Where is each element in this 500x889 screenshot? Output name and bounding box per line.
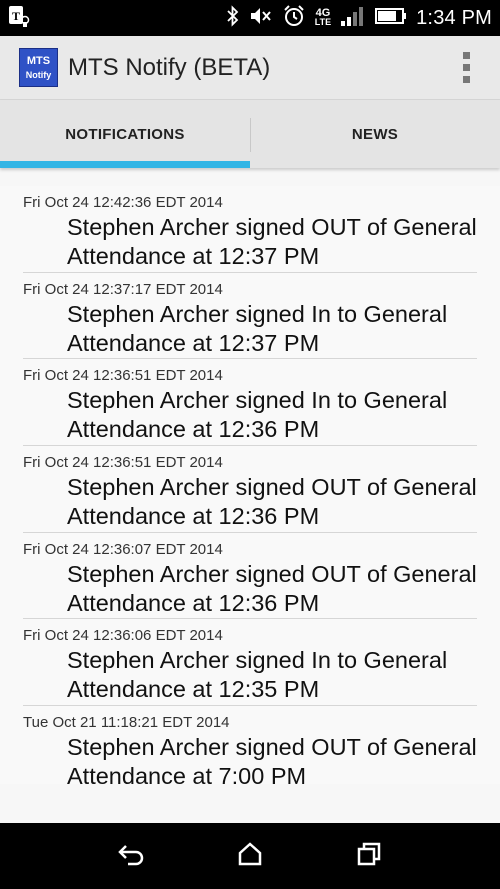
notification-list[interactable]: Fri Oct 24 12:42:36 EDT 2014 Stephen Arch… [0,186,500,784]
navigation-bar [0,823,500,889]
tab-divider [250,118,251,152]
app-logo: MTS Notify [19,48,58,87]
notification-message: Stephen Archer signed OUT of General Att… [67,734,477,784]
notification-timestamp: Fri Oct 24 12:36:51 EDT 2014 [23,367,223,385]
status-bar-system: 4G LTE 1:34 PM [226,4,500,33]
home-button[interactable] [230,836,270,876]
tab-notifications[interactable]: NOTIFICATIONS [0,100,250,168]
bluetooth-icon [226,4,240,32]
tab-bar: NOTIFICATIONS NEWS [0,100,500,168]
notification-message: Stephen Archer signed OUT of General Att… [67,214,477,269]
battery-icon [375,7,407,30]
status-bar: T 4G LTE 1:34 PM [0,0,500,36]
status-bar-notifications: T [0,4,30,33]
notification-item[interactable]: Fri Oct 24 12:36:51 EDT 2014 Stephen Arch… [23,359,477,447]
back-icon [116,842,146,871]
home-icon [237,841,263,871]
overflow-menu-button[interactable] [458,48,474,88]
notification-item[interactable]: Fri Oct 24 12:36:51 EDT 2014 Stephen Arch… [23,446,477,533]
notification-item[interactable]: Fri Oct 24 12:37:17 EDT 2014 Stephen Arch… [23,273,477,360]
notification-timestamp: Fri Oct 24 12:42:36 EDT 2014 [23,194,223,211]
notification-message: Stephen Archer signed In to General Atte… [67,647,448,703]
action-bar: MTS Notify MTS Notify (BETA) [0,36,500,100]
overflow-dot-icon [462,76,470,83]
app-logo-line1: MTS [26,54,51,67]
notification-item[interactable]: Fri Oct 24 12:42:36 EDT 2014 Stephen Arch… [23,186,477,273]
screen: T 4G LTE 1:34 PM MTS Notify MTS Notify (… [0,0,500,889]
overflow-dot-icon [462,64,470,71]
notification-timestamp: Fri Oct 24 12:36:07 EDT 2014 [23,540,223,558]
notification-message: Stephen Archer signed In to General Atte… [67,387,448,443]
network-type-indicator: 4G LTE [314,8,332,27]
notification-item[interactable]: Fri Oct 24 12:36:07 EDT 2014 Stephen Arch… [23,533,477,620]
app-logo-line2: Notify [25,69,52,80]
network-sub-label: LTE [314,17,332,27]
signal-strength-icon [340,5,366,32]
notification-message: Stephen Archer signed OUT of General Att… [67,560,477,616]
notification-timestamp: Fri Oct 24 12:36:51 EDT 2014 [23,454,223,472]
app-title: MTS Notify (BETA) [68,53,271,81]
alarm-icon [282,4,306,33]
notification-item[interactable]: Fri Oct 24 12:36:06 EDT 2014 Stephen Arch… [23,619,477,707]
notification-message: Stephen Archer signed OUT of General Att… [67,474,477,530]
notification-item[interactable]: Tue Oct 21 11:18:21 EDT 2014 Stephen Arch… [23,706,477,784]
overflow-dot-icon [462,52,470,59]
recent-apps-icon [356,842,382,871]
tab-news[interactable]: NEWS [250,100,500,168]
back-button[interactable] [111,836,151,876]
tab-news-label: NEWS [351,125,399,143]
notification-timestamp: Fri Oct 24 12:37:17 EDT 2014 [23,280,223,298]
notification-message: Stephen Archer signed In to General Atte… [67,300,448,356]
tab-selected-indicator [0,161,250,168]
tab-notifications-label: NOTIFICATIONS [65,125,185,143]
mute-icon [249,5,273,32]
notification-timestamp: Fri Oct 24 12:36:06 EDT 2014 [23,627,223,645]
svg-text:T: T [12,9,20,23]
recent-apps-button[interactable] [349,836,389,876]
notification-timestamp: Tue Oct 21 11:18:21 EDT 2014 [23,714,230,732]
status-clock: 1:34 PM [416,6,492,29]
carrier-notification-icon: T [8,4,30,33]
